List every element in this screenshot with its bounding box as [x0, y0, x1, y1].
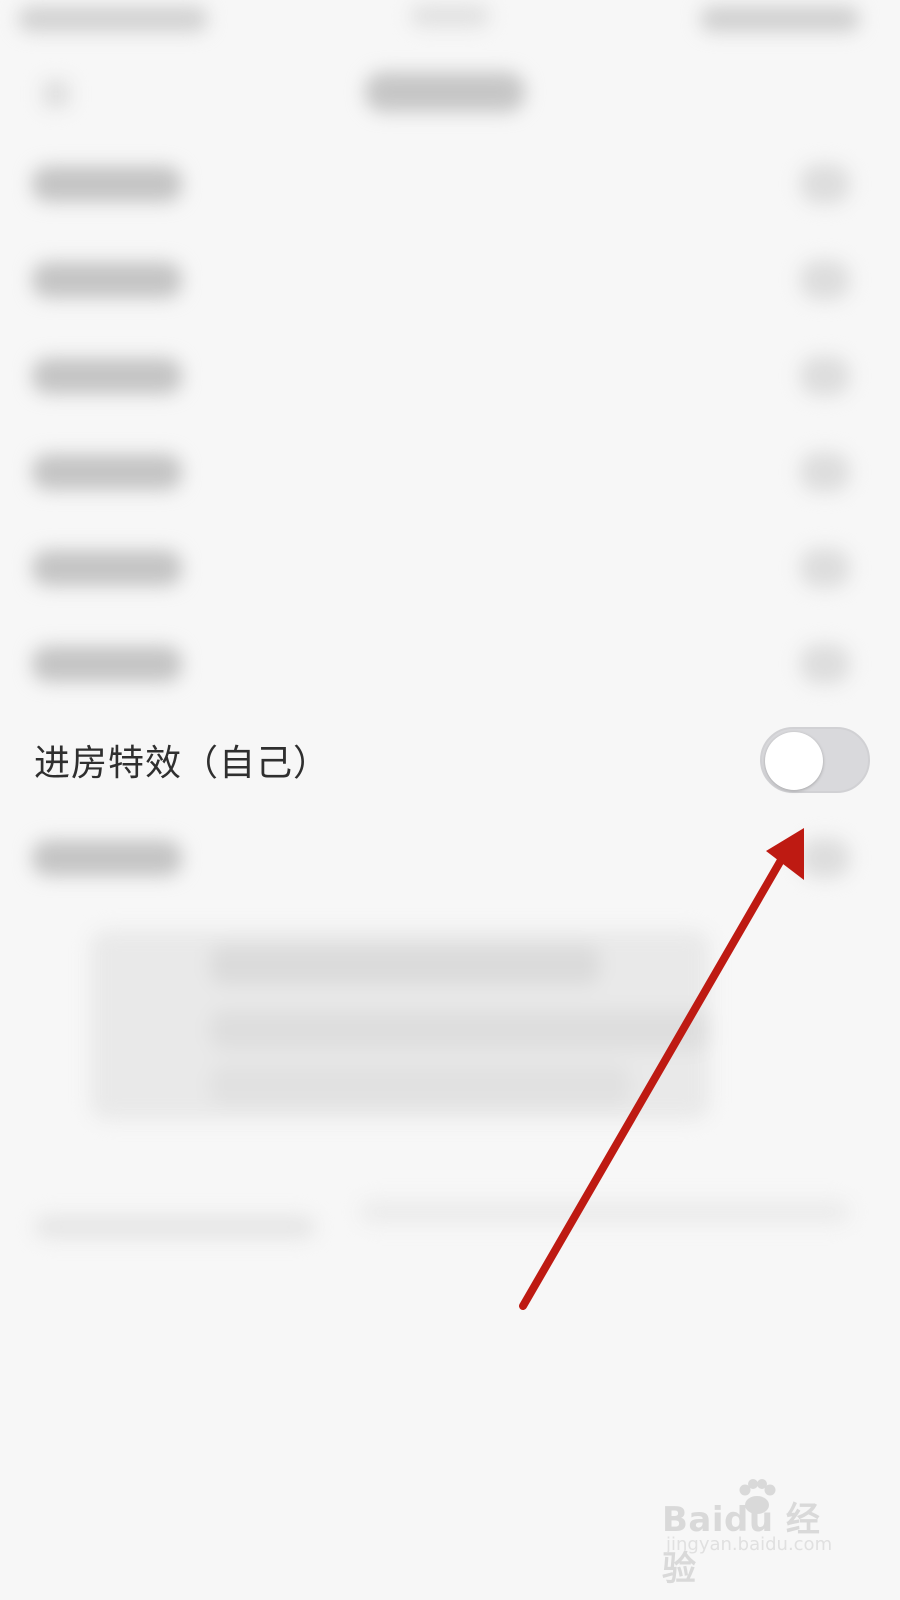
toggle-knob[interactable] [765, 732, 823, 790]
status-bar-right-blur [700, 6, 860, 32]
settings-row-blur [32, 262, 182, 298]
page-title-blur [365, 72, 525, 112]
preview-card-line-blur [210, 1010, 710, 1050]
setting-label: 进房特效（自己） [34, 743, 331, 784]
settings-row-control-blur [800, 548, 850, 588]
settings-row-control-blur [800, 452, 850, 492]
settings-row-control-blur [800, 356, 850, 396]
baidu-jingyan-watermark: Baidu 经验 jingyan.baidu.com [662, 1476, 852, 1589]
preview-card-blur [90, 930, 710, 1120]
footer-text-blur [360, 1200, 850, 1224]
settings-row-blur [32, 840, 182, 876]
preview-card-line-blur [210, 945, 600, 985]
settings-row-control-blur [800, 644, 850, 684]
back-icon [42, 80, 70, 108]
settings-row-control-blur [800, 260, 850, 300]
watermark-brand: Baidu 经验 [662, 1500, 821, 1589]
preview-card-line-blur [210, 1065, 630, 1105]
room-entry-effect-setting-row: 进房特效（自己） [0, 722, 900, 798]
room-entry-effect-toggle[interactable] [760, 727, 870, 793]
settings-row-control-blur [800, 838, 850, 878]
footer-text-blur [35, 1215, 315, 1239]
settings-row-blur [32, 166, 182, 202]
baidu-paw-icon [739, 1479, 776, 1514]
blurred-background [0, 0, 900, 1600]
watermark-site: jingyan.baidu.com [666, 1534, 833, 1555]
settings-row-blur [32, 454, 182, 490]
settings-row-blur [32, 646, 182, 682]
red-arrow-icon [519, 828, 804, 1310]
status-bar-left-blur [18, 6, 208, 32]
settings-row-control-blur [800, 164, 850, 204]
status-bar-center-blur [410, 4, 490, 28]
settings-row-blur [32, 550, 182, 586]
settings-row-blur [32, 358, 182, 394]
